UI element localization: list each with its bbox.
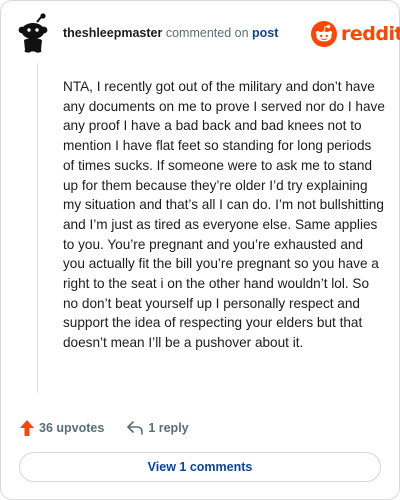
reply-button[interactable]: 1 reply — [126, 420, 189, 436]
comment-body: NTA, I recently got out of the military … — [63, 79, 385, 351]
comment-header: theshleepmaster commented on post — [63, 26, 278, 40]
upvote-button[interactable]: 36 upvotes — [19, 419, 104, 437]
snoo-avatar-icon[interactable] — [15, 13, 51, 53]
username-link[interactable]: theshleepmaster — [63, 26, 162, 40]
reply-arrow-icon — [127, 421, 144, 435]
reddit-logo[interactable]: reddit — [311, 21, 400, 47]
reply-count: 1 reply — [148, 421, 189, 435]
upvote-count: 36 upvotes — [39, 421, 105, 435]
thread-line — [37, 63, 38, 393]
commented-on-text: commented on — [165, 26, 249, 40]
comment-card: theshleepmaster commented on post reddit… — [0, 0, 400, 500]
comment-actions: 36 upvotes 1 reply — [19, 418, 189, 438]
post-link[interactable]: post — [252, 26, 278, 40]
reddit-wordmark: reddit — [341, 23, 400, 45]
view-comments-button[interactable]: View 1 comments — [19, 452, 381, 482]
reddit-logo-icon — [311, 21, 337, 47]
upvote-arrow-icon — [20, 420, 34, 436]
